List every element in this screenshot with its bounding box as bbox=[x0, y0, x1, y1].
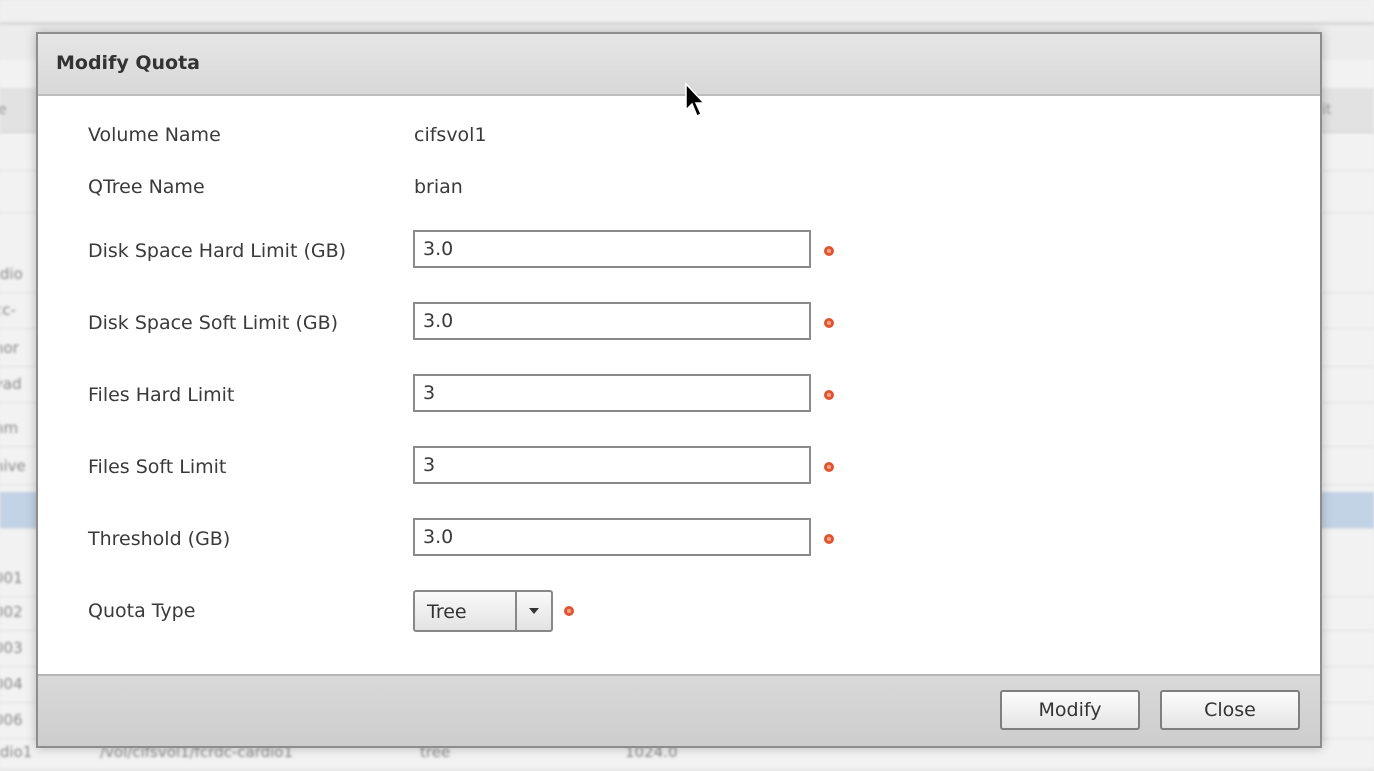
required-icon bbox=[824, 534, 834, 544]
background-header-text: it bbox=[1322, 102, 1332, 118]
disk-hard-limit-input[interactable] bbox=[413, 230, 811, 268]
background-table-cell: rdio bbox=[0, 265, 23, 283]
modify-button[interactable]: Modify bbox=[1000, 690, 1140, 730]
modify-quota-dialog: Modify Quota Volume Name cifsvol1 QTree … bbox=[36, 32, 1322, 748]
dialog-footer: Modify Close bbox=[38, 674, 1320, 746]
quota-type-value: Tree bbox=[427, 601, 467, 623]
files-hard-limit-label: Files Hard Limit bbox=[88, 384, 235, 406]
files-hard-limit-input[interactable] bbox=[413, 374, 811, 412]
select-divider bbox=[515, 592, 517, 630]
mouse-cursor-icon bbox=[685, 82, 706, 118]
files-soft-limit-input[interactable] bbox=[413, 446, 811, 484]
required-icon bbox=[824, 462, 834, 472]
background-table-cell: 003 bbox=[0, 639, 23, 657]
volume-name-value: cifsvol1 bbox=[414, 124, 487, 146]
quota-type-select[interactable]: Tree bbox=[413, 590, 553, 632]
background-table-cell: 004 bbox=[0, 675, 23, 693]
quota-type-label: Quota Type bbox=[88, 600, 196, 622]
background-table-cell: 001 bbox=[0, 569, 23, 587]
background-toolbar bbox=[0, 0, 1374, 25]
required-icon bbox=[824, 318, 834, 328]
background-table-cell: nm bbox=[0, 419, 19, 437]
qtree-name-value: brian bbox=[414, 176, 463, 198]
disk-hard-limit-label: Disk Space Hard Limit (GB) bbox=[88, 240, 347, 262]
close-button[interactable]: Close bbox=[1160, 690, 1300, 730]
chevron-down-icon[interactable] bbox=[529, 608, 539, 614]
dialog-header[interactable]: Modify Quota bbox=[38, 34, 1320, 96]
dialog-title: Modify Quota bbox=[56, 52, 200, 74]
background-header-text: e bbox=[0, 102, 7, 118]
required-icon bbox=[824, 246, 834, 256]
background-table-cell: vad bbox=[0, 375, 22, 393]
background-table-cell: cc- bbox=[0, 301, 16, 319]
background-table-cell: hive bbox=[0, 457, 26, 475]
files-soft-limit-label: Files Soft Limit bbox=[88, 456, 227, 478]
background-table-cell: rdio1 bbox=[0, 743, 33, 761]
disk-soft-limit-label: Disk Space Soft Limit (GB) bbox=[88, 312, 339, 334]
disk-soft-limit-input[interactable] bbox=[413, 302, 811, 340]
background-table-cell: 002 bbox=[0, 603, 23, 621]
volume-name-label: Volume Name bbox=[88, 124, 221, 146]
threshold-label: Threshold (GB) bbox=[88, 528, 231, 550]
qtree-name-label: QTree Name bbox=[88, 176, 205, 198]
background-table-cell: 006 bbox=[0, 711, 23, 729]
threshold-input[interactable] bbox=[413, 518, 811, 556]
required-icon bbox=[824, 390, 834, 400]
background-table-cell: hor bbox=[0, 339, 19, 357]
required-icon bbox=[564, 606, 574, 616]
